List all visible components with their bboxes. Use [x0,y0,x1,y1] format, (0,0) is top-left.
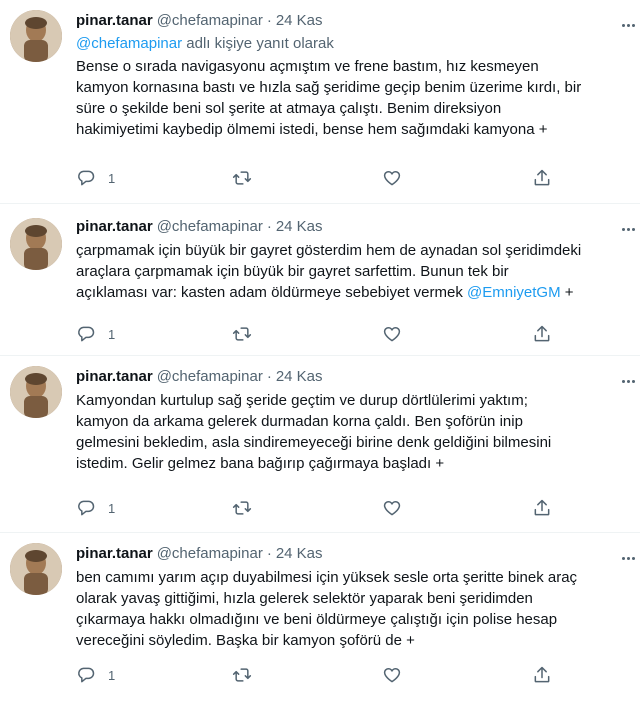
reply-count: 1 [108,667,116,683]
reply-icon [78,667,95,683]
tweet-text: çarpmamak için büyük bir gayret gösterdi… [76,240,632,303]
share-button[interactable] [532,168,552,188]
tweet-text-line: vereceğini söyledim. Başka bir kamyon şo… [76,632,415,649]
author-name[interactable]: pinar.tanar [76,217,153,237]
tweet-actions: 1 [76,322,556,346]
mention-link[interactable]: @EmniyetGM [467,284,561,301]
separator-dot: · [266,12,272,29]
tweet-actions: 1 [76,663,556,687]
reply-context-text: adlı kişiye yanıt olarak [182,35,334,52]
tweet-date[interactable]: 24 Kas [276,544,323,564]
heart-icon [383,170,401,186]
retweet-button[interactable] [232,665,252,685]
share-button[interactable] [532,498,552,518]
more-icon[interactable] [622,370,640,383]
reply-icon [78,326,95,342]
tweet-text-line: kamyon da arkama gelerek durmadan korna … [76,413,523,430]
tweet-text-line: kamyon kornasına bastı ve hızla sağ şeri… [76,79,582,96]
tweet[interactable]: pinar.tanar @chefamapinar · 24 Kas @chef… [0,0,640,204]
tweet-text-segment: açıklaması var: kasten adam öldürmeye se… [76,284,468,301]
reply-context: @chefamapinar adlı kişiye yanıt olarak [76,34,632,54]
tweet[interactable]: pinar.tanar @chefamapinar · 24 Kas ben c… [0,533,640,701]
tweet-text-line: çarpmamak için büyük bir gayret gösterdi… [76,242,582,259]
tweet-actions: 1 [76,496,556,520]
tweet-text-line: süre o şekilde beni sol şerite at atmaya… [76,100,502,117]
tweet-actions: 1 [76,166,556,190]
share-icon [534,499,550,516]
tweet-date[interactable]: 24 Kas [276,217,323,237]
tweet-text-line: hakimiyetimi kaybedip ölmemi istedi, ben… [76,121,548,138]
tweet-text: Bense o sırada navigasyonu açmıştım ve f… [76,56,632,140]
share-button[interactable] [532,324,552,344]
heart-icon [383,326,401,342]
separator-dot: · [266,368,272,385]
author-handle[interactable]: @chefamapinar [157,544,263,564]
tweet-text: ben camımı yarım açıp duyabilmesi için y… [76,567,632,651]
reply-icon [78,500,95,516]
reply-button[interactable]: 1 [76,498,115,518]
tweet-date[interactable]: 24 Kas [276,11,323,31]
tweet-header: pinar.tanar @chefamapinar · 24 Kas [76,216,632,238]
tweet-header: pinar.tanar @chefamapinar · 24 Kas [76,543,632,565]
author-name[interactable]: pinar.tanar [76,544,153,564]
retweet-icon [232,171,252,185]
more-icon[interactable] [622,14,640,27]
tweet-header: pinar.tanar @chefamapinar · 24 Kas [76,366,632,388]
like-button[interactable] [382,168,402,188]
author-handle[interactable]: @chefamapinar [157,11,263,31]
tweet-text-line: gelmesini bekledim, asla sindiremeyeceği… [76,434,552,451]
more-icon[interactable] [622,218,640,231]
heart-icon [383,500,401,516]
avatar[interactable] [10,10,62,62]
like-button[interactable] [382,665,402,685]
tweet-text-line: olarak yavaş gittiğimi, hızla gelerek se… [76,590,533,607]
share-icon [534,169,550,186]
tweet-text-line: çıkarmaya hakkı olmadığını ve beni öldür… [76,611,558,628]
tweet-text-line: ben camımı yarım açıp duyabilmesi için y… [76,569,578,586]
reply-icon [78,170,95,186]
author-name[interactable]: pinar.tanar [76,367,153,387]
tweet[interactable]: pinar.tanar @chefamapinar · 24 Kas Kamyo… [0,356,640,533]
retweet-icon [232,327,252,341]
avatar[interactable] [10,543,62,595]
reply-button[interactable]: 1 [76,665,115,685]
heart-icon [383,667,401,683]
tweet-text-line: Bense o sırada navigasyonu açmıştım ve f… [76,58,539,75]
reply-count: 1 [108,500,116,516]
author-handle[interactable]: @chefamapinar [157,217,263,237]
tweet-text-line: Kamyondan kurtulup sağ şeride geçtim ve … [76,392,528,409]
more-icon[interactable] [622,547,640,560]
separator-dot: · [266,218,272,235]
reply-count: 1 [108,170,116,186]
reply-button[interactable]: 1 [76,324,115,344]
avatar[interactable] [10,218,62,270]
retweet-button[interactable] [232,324,252,344]
reply-count: 1 [108,326,116,342]
tweet-header: pinar.tanar @chefamapinar · 24 Kas [76,10,632,32]
tweet-date[interactable]: 24 Kas [276,367,323,387]
reply-mention-link[interactable]: @chefamapinar [76,35,182,52]
like-button[interactable] [382,498,402,518]
tweet-text: Kamyondan kurtulup sağ şeride geçtim ve … [76,390,632,474]
tweet-text-line: araçlara çarpmamak için büyük bir gayret… [76,263,509,280]
retweet-icon [232,668,252,682]
reply-button[interactable]: 1 [76,168,115,188]
tweet[interactable]: pinar.tanar @chefamapinar · 24 Kas çarpm… [0,204,640,356]
author-handle[interactable]: @chefamapinar [157,367,263,387]
retweet-icon [232,501,252,515]
share-icon [534,325,550,342]
tweet-text-line: açıklaması var: kasten adam öldürmeye se… [76,282,632,303]
like-button[interactable] [382,324,402,344]
tweet-thread: pinar.tanar @chefamapinar · 24 Kas @chef… [0,0,640,701]
share-button[interactable] [532,665,552,685]
separator-dot: · [266,545,272,562]
retweet-button[interactable] [232,168,252,188]
retweet-button[interactable] [232,498,252,518]
tweet-text-segment: + [560,284,574,301]
author-name[interactable]: pinar.tanar [76,11,153,31]
tweet-text-line: istedim. Gelir gelmez bana bağırıp çağır… [76,455,445,472]
share-icon [534,666,550,683]
avatar[interactable] [10,366,62,418]
